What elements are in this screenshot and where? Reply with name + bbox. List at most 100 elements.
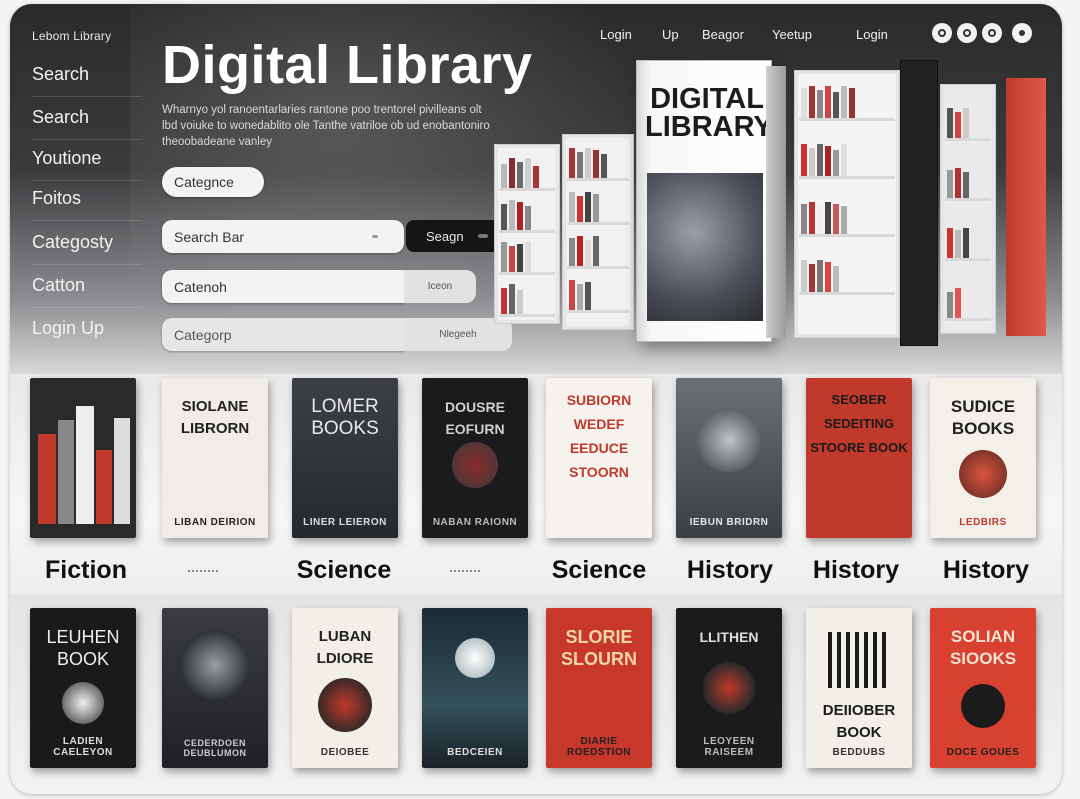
book-cover[interactable]: CEDERDOEN DEUBLUMON: [162, 608, 268, 768]
book-title: SUDICE BOOKS: [950, 397, 1016, 438]
circle-icon[interactable]: [957, 23, 977, 43]
book-author: DIARIE ROEDSTION: [567, 736, 631, 758]
book-author: LEDBIRS: [959, 517, 1007, 528]
nav-yeetup[interactable]: Yeetup: [772, 27, 812, 42]
nav-up[interactable]: Up: [662, 27, 679, 42]
book-author: BEDCEIEN: [447, 747, 503, 758]
hero-section: Lebom Library Search Search Youtione Foi…: [10, 4, 1062, 374]
bookshelf: [940, 84, 996, 334]
brand-name: Lebom Library: [32, 29, 112, 43]
book-art: [180, 630, 250, 700]
category-label-science-2[interactable]: Science: [529, 556, 669, 585]
book-cover[interactable]: SUBIORN WEDEF EEDUCE STOORN: [546, 378, 652, 538]
book-cover[interactable]: SUDICE BOOKS LEDBIRS: [930, 378, 1036, 538]
book-art: [959, 450, 1007, 498]
category-label-science[interactable]: Science: [274, 556, 414, 585]
book-art: [697, 408, 761, 472]
sidebar-item-youtione[interactable]: Youtione: [32, 148, 142, 181]
category-label-history-2[interactable]: History: [786, 556, 926, 585]
book-author: LADIEN CAELEYON: [53, 736, 113, 758]
book-cover[interactable]: SEOBER SEDEITING STOORE BOOK: [806, 378, 912, 538]
search-icon: [372, 235, 378, 238]
book-cover[interactable]: [30, 378, 136, 538]
category-label-history[interactable]: History: [660, 556, 800, 585]
book-art: [703, 662, 755, 714]
featured-book[interactable]: DIGITAL LIBRARY: [636, 60, 773, 342]
book-author: CEDERDOEN DEUBLUMON: [183, 738, 247, 758]
book-title: SOLIAN SIOOKS: [949, 627, 1017, 668]
bookshelf-side: [900, 60, 938, 346]
sidebar-item-login-up[interactable]: Login Up: [32, 318, 142, 351]
category-field[interactable]: Catenoh: [162, 270, 404, 303]
book-title: DEIIOBER BOOK: [822, 702, 896, 741]
page-title: Digital Library: [162, 35, 533, 95]
red-bookshelf: [1006, 78, 1046, 336]
sidebar-item-catton[interactable]: Catton: [32, 275, 142, 308]
nav-login-2[interactable]: Login: [856, 27, 888, 42]
category-label-fiction[interactable]: Fiction: [16, 556, 156, 585]
book-title: LOMER BOOKS: [311, 396, 379, 439]
nav-login[interactable]: Login: [600, 27, 632, 42]
book-author: IEBUN BRIDRN: [689, 517, 769, 528]
featured-book-spine: [766, 66, 786, 338]
category-label-history-3[interactable]: History: [916, 556, 1056, 585]
nav-beagor[interactable]: Beagor: [702, 27, 744, 42]
book-art: [318, 678, 372, 732]
book-title: SIOLANE LIBRORN: [180, 398, 250, 437]
book-cover[interactable]: BEDCEIEN: [422, 608, 528, 768]
featured-book-art: [647, 173, 763, 321]
category-chip[interactable]: Categnce: [162, 167, 264, 197]
book-cover[interactable]: DEIIOBER BOOK BEDDUBS: [806, 608, 912, 768]
search-input[interactable]: Search Bar: [162, 220, 404, 253]
book-author: LINER LEIERON: [303, 517, 387, 528]
book-author: DOCE GOUES: [946, 747, 1020, 758]
search-button-label: Seagn: [426, 228, 464, 244]
bookshelf: [494, 144, 560, 324]
book-title: LEUHEN BOOK: [46, 627, 120, 669]
book-cover[interactable]: LEUHEN BOOK LADIEN CAELEYON: [30, 608, 136, 768]
book-title: SLORIE SLOURN: [561, 627, 637, 669]
sidebar-item-search[interactable]: Search: [32, 64, 142, 97]
circle-icon[interactable]: [1012, 23, 1032, 43]
book-title: LUBAN LDIORE: [316, 628, 374, 667]
book-author: BEDDUBS: [832, 747, 886, 758]
book-title: SEOBER SEDEITING STOORE BOOK: [810, 392, 908, 455]
bookshelf: [562, 134, 634, 330]
book-cover[interactable]: SIOLANE LIBRORN LIBAN DEIRION: [162, 378, 268, 538]
book-cover[interactable]: LUBAN LDIORE DEIOBEE: [292, 608, 398, 768]
category-field-button[interactable]: Iceon: [404, 270, 476, 303]
book-title: DOUSRE EOFURN: [445, 399, 505, 437]
book-art: [455, 638, 495, 678]
book-cover[interactable]: LLITHEN LEOYEEN RAISEEM: [676, 608, 782, 768]
book-cover[interactable]: IEBUN BRIDRN: [676, 378, 782, 538]
featured-book-title: DIGITAL LIBRARY: [645, 83, 773, 143]
book-title: SUBIORN WEDEF EEDUCE STOORN: [566, 392, 632, 480]
book-cover[interactable]: LOMER BOOKS LINER LEIERON: [292, 378, 398, 538]
book-author: DEIOBEE: [320, 747, 370, 758]
book-cover[interactable]: DOUSRE EOFURN NABAN RAIONN: [422, 378, 528, 538]
circle-icon[interactable]: [982, 23, 1002, 43]
bookshelf: [794, 70, 900, 338]
category-field-2[interactable]: Categorp: [162, 318, 404, 351]
barcode-art: [828, 632, 888, 688]
divider: [188, 570, 218, 572]
featured-book-title-line2: LIBRARY: [645, 111, 773, 143]
book-art: [961, 684, 1005, 728]
book-cover[interactable]: SOLIAN SIOOKS DOCE GOUES: [930, 608, 1036, 768]
book-cover[interactable]: SLORIE SLOURN DIARIE ROEDSTION: [546, 608, 652, 768]
book-author: LIBAN DEIRION: [174, 517, 256, 528]
hero-description: Wharnyo yol ranoentarlaries rantone poo …: [162, 104, 490, 148]
featured-book-title-line1: DIGITAL: [650, 83, 764, 115]
book-art: [452, 442, 498, 488]
book-title: LLITHEN: [699, 629, 759, 645]
divider: [450, 570, 480, 572]
bookshelf-illustration: DIGITAL LIBRARY: [488, 54, 1048, 354]
book-art: [62, 682, 104, 724]
sidebar-item-category[interactable]: Categosty: [32, 232, 142, 265]
arrow-icon: [477, 234, 488, 238]
circle-icon[interactable]: [932, 23, 952, 43]
sidebar-item-foitos[interactable]: Foitos: [32, 188, 142, 221]
sidebar-item-search-2[interactable]: Search: [32, 107, 142, 140]
book-author: NABAN RAIONN: [432, 517, 518, 528]
book-author: LEOYEEN RAISEEM: [703, 736, 755, 758]
